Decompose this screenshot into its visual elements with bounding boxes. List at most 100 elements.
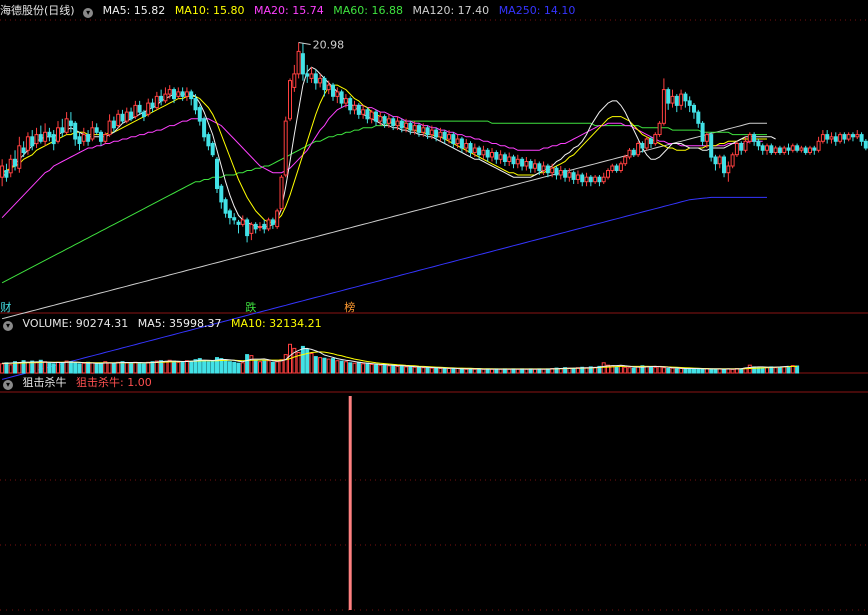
candle xyxy=(713,154,718,171)
volume-bar xyxy=(391,364,396,374)
candle-body xyxy=(296,50,301,75)
candle xyxy=(571,170,576,184)
candle xyxy=(120,109,125,124)
candle xyxy=(283,116,288,178)
candle-body xyxy=(863,140,868,149)
high-price-label: 20.98 xyxy=(313,38,345,51)
candle xyxy=(309,67,314,83)
ma10-line xyxy=(1,84,767,223)
candle-body xyxy=(386,118,391,124)
candle xyxy=(739,141,744,155)
volume-bar xyxy=(339,360,344,374)
candle-body xyxy=(210,143,215,156)
candle-body xyxy=(833,136,838,142)
candle-body xyxy=(17,145,22,169)
candle xyxy=(498,150,503,164)
candle-body xyxy=(94,127,99,133)
candle-body xyxy=(408,122,413,131)
candle-body xyxy=(232,217,237,221)
candle-body xyxy=(511,156,516,165)
candle-body xyxy=(129,111,134,120)
candle-body xyxy=(150,102,155,109)
candle xyxy=(734,141,739,158)
candle-body xyxy=(571,172,576,180)
indicator-name[interactable]: 狙击杀牛 xyxy=(23,376,67,389)
chevron-down-icon[interactable]: ▾ xyxy=(3,321,13,331)
candle xyxy=(4,163,9,182)
volume-bar xyxy=(124,362,129,374)
candle-body xyxy=(34,134,39,145)
volume-bar xyxy=(661,367,666,374)
candle-body xyxy=(490,152,494,158)
volume-bar xyxy=(425,366,430,374)
volume-bar xyxy=(623,366,628,374)
candle-body xyxy=(777,147,782,153)
candle-body xyxy=(391,118,396,127)
candle-body xyxy=(318,77,323,84)
candle-body xyxy=(726,165,731,174)
candle xyxy=(90,121,95,142)
chevron-down-icon[interactable]: ▾ xyxy=(83,8,94,18)
candle-body xyxy=(236,221,241,225)
candle-body xyxy=(137,104,142,113)
candle xyxy=(137,100,142,115)
volume-bar xyxy=(429,367,434,374)
candle-body xyxy=(588,176,593,183)
volume-bar xyxy=(176,361,181,374)
stock-title[interactable]: 海德股份(日线) xyxy=(0,4,75,17)
chevron-down-icon[interactable]: ▾ xyxy=(3,380,13,390)
candle-body xyxy=(816,140,821,151)
volume-bar xyxy=(137,362,142,374)
candle-body xyxy=(640,143,645,149)
candle-body xyxy=(227,210,232,219)
candle xyxy=(459,136,464,153)
volume-bar xyxy=(60,362,65,374)
candle xyxy=(812,145,817,155)
candle-body xyxy=(429,129,434,136)
ma10-label: MA10: 15.80 xyxy=(174,4,245,17)
volume-bar xyxy=(365,362,370,374)
candle xyxy=(352,100,357,115)
candle-body xyxy=(167,89,172,95)
volume-bar xyxy=(361,363,366,374)
candle xyxy=(670,89,675,108)
candle-body xyxy=(558,170,563,176)
candle xyxy=(593,174,598,184)
candle-body xyxy=(679,93,684,106)
volume-bar xyxy=(0,363,5,374)
candle xyxy=(197,105,202,126)
vol-ma10-label: MA10: 32134.21 xyxy=(230,317,322,330)
candle-body xyxy=(266,219,271,230)
volume-bar xyxy=(408,365,413,374)
ma5-label: MA5: 15.82 xyxy=(102,4,166,17)
candle-body xyxy=(335,91,340,97)
candle xyxy=(765,143,769,155)
candle xyxy=(636,141,641,158)
volume-bar xyxy=(631,367,636,374)
candle xyxy=(588,174,593,187)
candle xyxy=(657,121,662,137)
volume-label: VOLUME: 90274.31 xyxy=(22,317,129,330)
volume-bar xyxy=(86,361,91,374)
candle xyxy=(777,145,782,155)
candle-body xyxy=(477,147,482,156)
candle-body xyxy=(580,174,585,183)
volume-bar xyxy=(378,364,383,374)
volume-bar xyxy=(726,368,731,374)
ma120-label: MA120: 17.40 xyxy=(412,4,490,17)
candle-body xyxy=(352,104,357,111)
volume-bar xyxy=(17,362,22,374)
candle xyxy=(43,123,48,146)
candle xyxy=(730,152,735,169)
candle xyxy=(146,98,151,117)
candle-body xyxy=(404,122,409,129)
candle xyxy=(279,174,284,211)
candle xyxy=(313,69,318,90)
candle xyxy=(68,112,73,133)
candle xyxy=(374,109,378,126)
candle-body xyxy=(829,136,834,140)
candle-body xyxy=(283,120,288,176)
candle xyxy=(348,96,353,115)
candle-body xyxy=(606,170,610,178)
volume-bar xyxy=(421,367,426,374)
